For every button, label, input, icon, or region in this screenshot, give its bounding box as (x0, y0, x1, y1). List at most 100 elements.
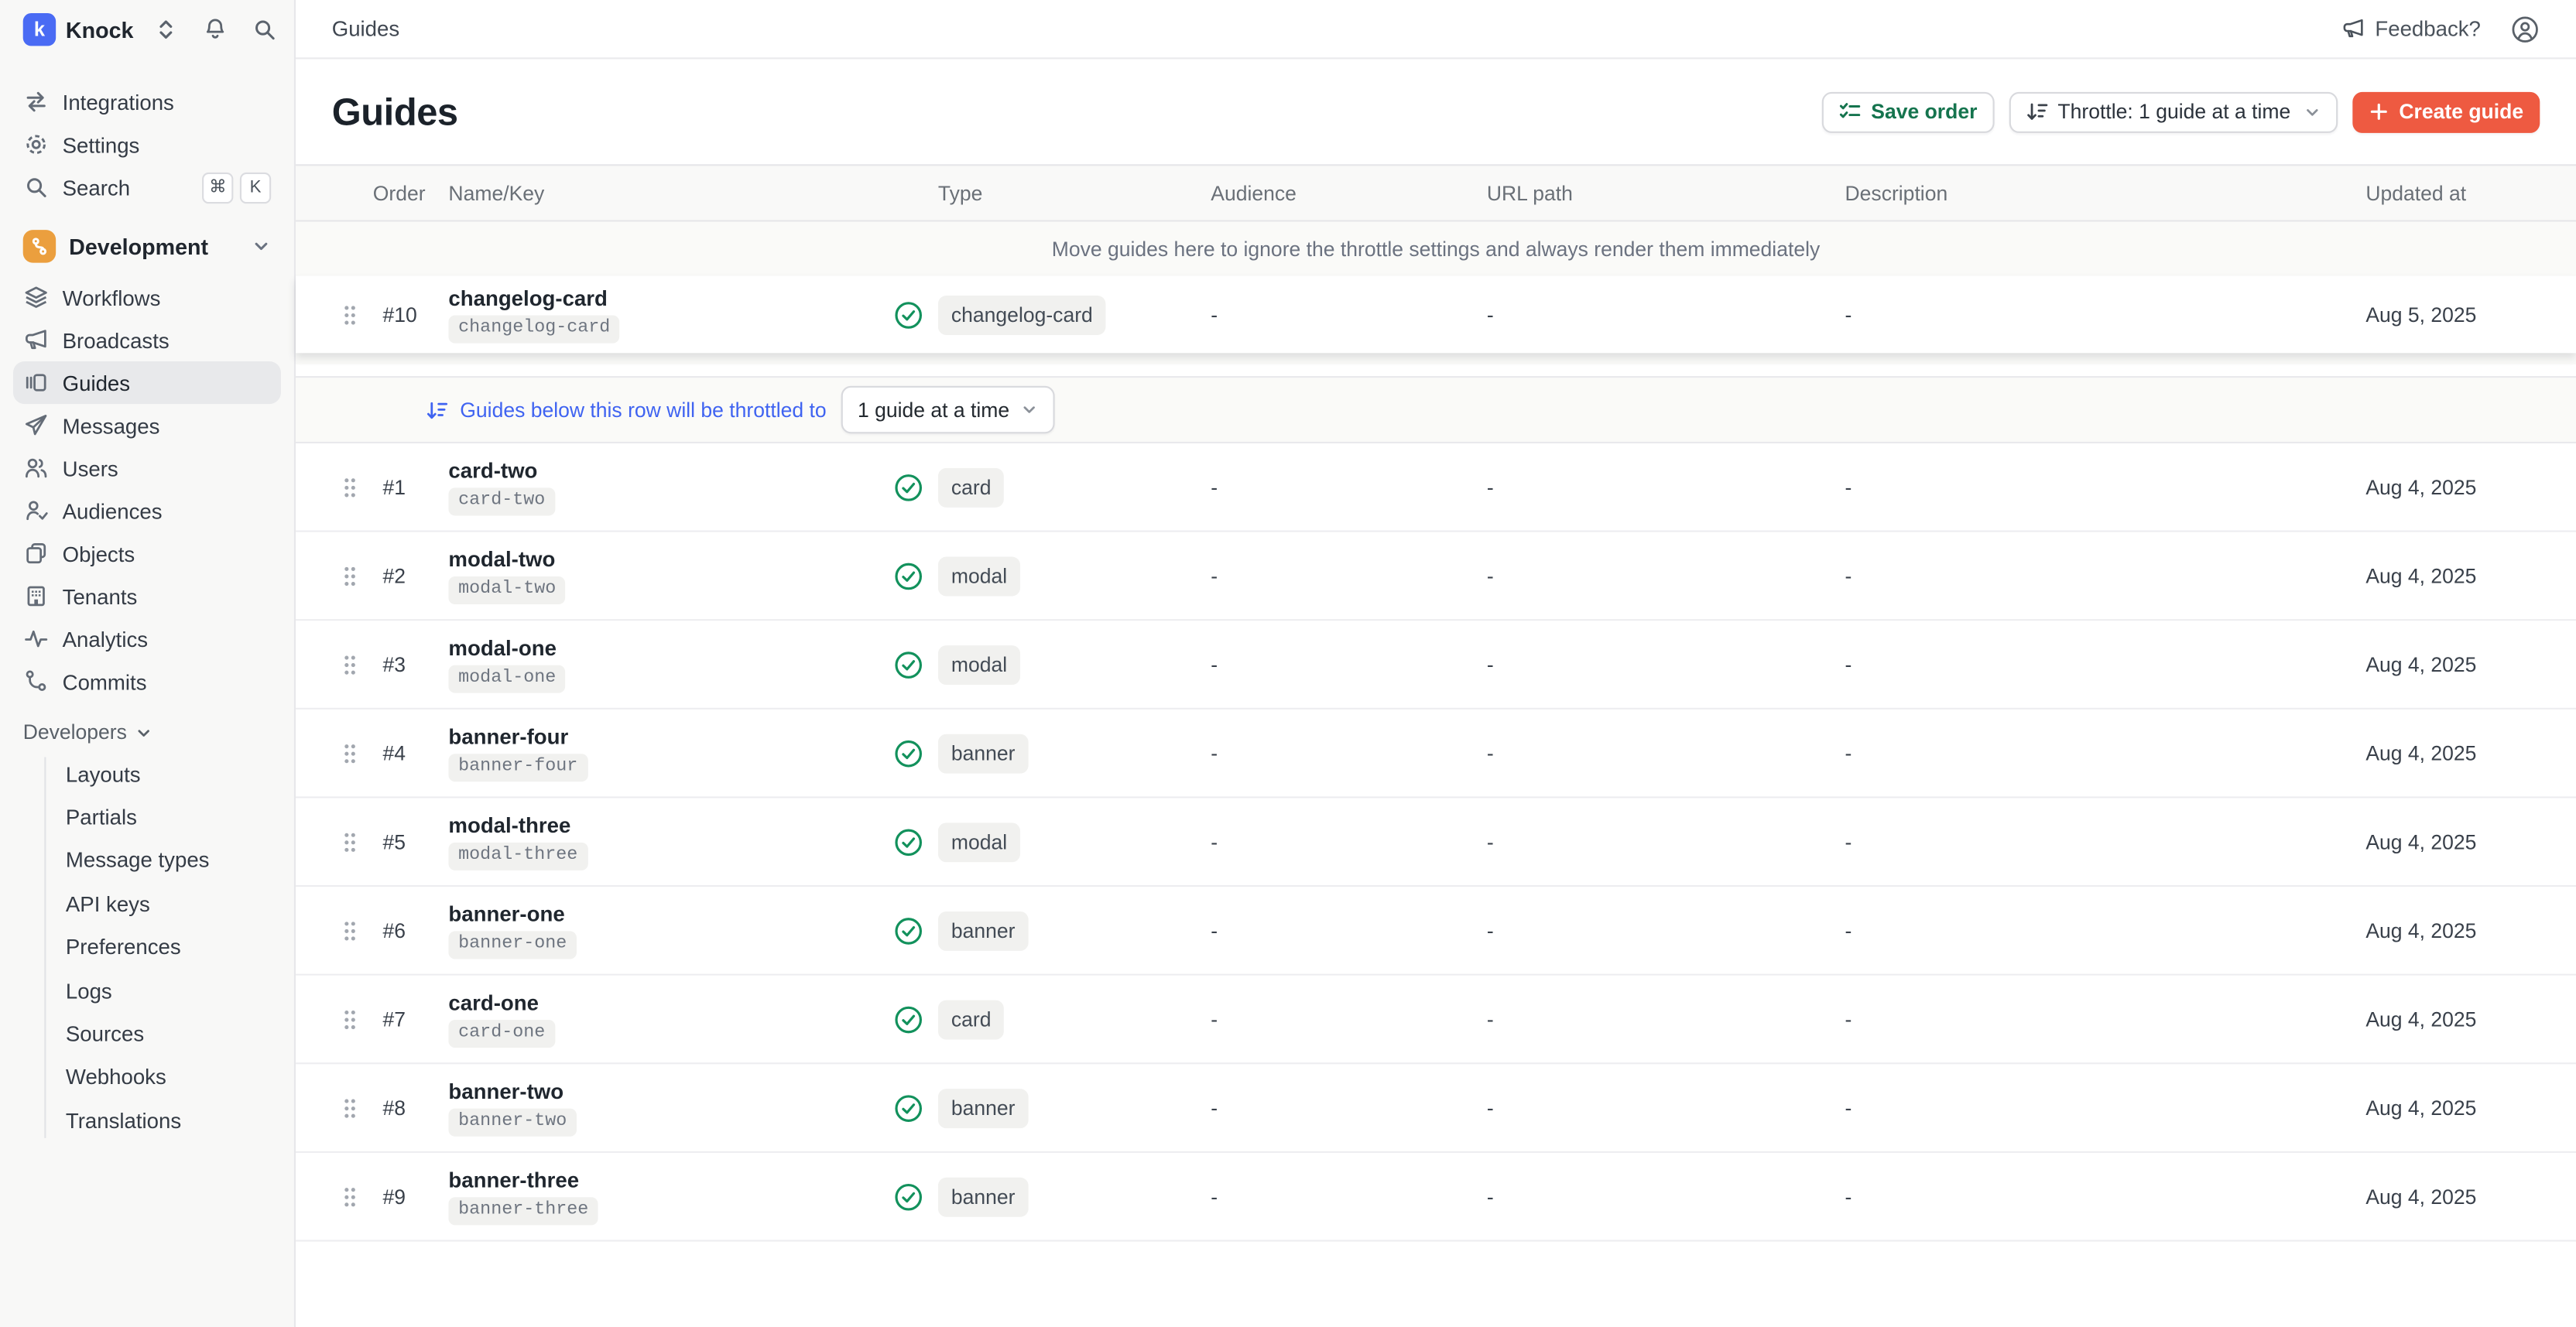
row-order: #10 (365, 303, 448, 327)
sidebar-item-label: Sources (66, 1021, 144, 1046)
save-order-label: Save order (1871, 100, 1977, 123)
guide-name-link[interactable]: banner-four (448, 724, 568, 749)
sidebar-item-label: Preferences (66, 935, 181, 959)
sidebar-item-audiences[interactable]: Audiences (13, 489, 281, 532)
person-check-icon (23, 498, 50, 524)
guide-name-link[interactable]: modal-three (448, 813, 570, 838)
audience-cell: - (1211, 1007, 1487, 1031)
sidebar-item-tenants[interactable]: Tenants (13, 575, 281, 617)
sidebar-item-integrations[interactable]: Integrations (13, 80, 281, 123)
sidebar-item-api-keys[interactable]: API keys (66, 882, 281, 925)
drag-handle[interactable] (335, 1183, 365, 1209)
throttle-dropdown-button[interactable]: Throttle: 1 guide at a time (2009, 91, 2338, 132)
sidebar-item-sources[interactable]: Sources (66, 1012, 281, 1055)
sidebar-item-partials[interactable]: Partials (66, 795, 281, 839)
sidebar-item-webhooks[interactable]: Webhooks (66, 1055, 281, 1099)
drag-handle[interactable] (335, 917, 365, 943)
sidebar-item-analytics[interactable]: Analytics (13, 617, 281, 660)
page-title: Guides (332, 90, 458, 134)
throttle-divider-label: Guides below this row will be throttled … (460, 398, 826, 422)
guide-name-link[interactable]: modal-one (448, 635, 557, 660)
sidebar-item-preferences[interactable]: Preferences (66, 925, 281, 969)
row-order: #9 (365, 1185, 448, 1208)
description-cell: - (1845, 919, 2366, 942)
description-cell: - (1845, 653, 2366, 676)
updated-at-cell: Aug 4, 2025 (2365, 564, 2576, 587)
row-order: #2 (365, 564, 448, 587)
guide-key-badge: banner-four (448, 754, 587, 781)
column-header-url-path: URL path (1487, 182, 1845, 205)
notifications-bell-icon[interactable] (202, 16, 228, 43)
sidebar-item-commits[interactable]: Commits (13, 660, 281, 703)
url-path-cell: - (1487, 1007, 1845, 1031)
drag-handle[interactable] (335, 740, 365, 766)
drag-handle[interactable] (335, 1006, 365, 1032)
type-badge: modal (938, 645, 1020, 684)
feedback-button[interactable]: Feedback? (2341, 16, 2481, 41)
feedback-label: Feedback? (2375, 16, 2481, 41)
sidebar-item-label: Webhooks (66, 1065, 166, 1089)
status-active-icon (879, 826, 938, 858)
throttle-divider-link[interactable]: Guides below this row will be throttled … (426, 398, 827, 422)
sidebar-item-translations[interactable]: Translations (66, 1099, 281, 1142)
audience-cell: - (1211, 564, 1487, 587)
throttle-value-select[interactable]: 1 guide at a time (841, 386, 1056, 434)
breadcrumb: Guides (332, 16, 399, 41)
sidebar-item-search[interactable]: Search ⌘ K (13, 166, 281, 208)
environment-switcher[interactable]: Development (13, 224, 281, 269)
environment-branch-icon (23, 230, 56, 262)
table-header-row: Order Name/Key Type Audience URL path De… (296, 164, 2576, 221)
topbar: Guides Feedback? (296, 0, 2576, 59)
drag-handle[interactable] (335, 1095, 365, 1121)
cmd-keycap: ⌘ (202, 172, 233, 203)
create-guide-button[interactable]: Create guide (2353, 91, 2540, 132)
status-active-icon (879, 470, 938, 503)
guide-name-link[interactable]: card-one (448, 990, 539, 1015)
type-badge: card (938, 1000, 1005, 1039)
sidebar-item-layouts[interactable]: Layouts (66, 752, 281, 795)
guide-name-link[interactable]: changelog-card (448, 286, 607, 310)
drag-handle[interactable] (335, 301, 365, 327)
guide-key-badge: card-one (448, 1020, 555, 1048)
environment-nav-list: Workflows Broadcasts Guides Messages Use… (13, 276, 281, 703)
page-header: Guides Save order Throttle: 1 guide at a… (296, 59, 2576, 164)
sidebar-item-settings[interactable]: Settings (13, 123, 281, 166)
swap-arrows-icon (23, 89, 50, 115)
guide-key-badge: modal-three (448, 843, 587, 870)
workspace-switcher-icon[interactable] (152, 16, 179, 43)
guide-key-badge: banner-two (448, 1109, 577, 1137)
table-row: #1 card-twocard-two card - - - Aug 4, 20… (296, 443, 2576, 532)
sidebar-item-objects[interactable]: Objects (13, 532, 281, 575)
guide-name-link[interactable]: card-two (448, 458, 537, 483)
account-avatar-icon[interactable] (2510, 14, 2540, 43)
knock-logo: k (23, 13, 56, 46)
k-keycap: K (240, 172, 271, 203)
drag-handle[interactable] (335, 474, 365, 500)
sidebar-item-label: Search (63, 175, 130, 200)
guide-name-link[interactable]: banner-three (448, 1168, 579, 1192)
guide-key-badge: modal-two (448, 576, 566, 604)
sidebar-item-users[interactable]: Users (13, 446, 281, 489)
search-icon[interactable] (252, 16, 278, 43)
sidebar-item-logs[interactable]: Logs (66, 969, 281, 1012)
developers-section-toggle[interactable]: Developers (13, 713, 281, 752)
sidebar-item-message-types[interactable]: Message types (66, 839, 281, 882)
type-badge: modal (938, 556, 1020, 595)
drag-handle[interactable] (335, 652, 365, 678)
sidebar-item-guides[interactable]: Guides (13, 361, 281, 404)
sidebar-item-broadcasts[interactable]: Broadcasts (13, 319, 281, 361)
sidebar-item-label: Tenants (63, 584, 138, 609)
plus-icon (2369, 102, 2389, 121)
row-order: #7 (365, 1007, 448, 1031)
users-icon (23, 455, 50, 481)
guide-name-link[interactable]: modal-two (448, 547, 555, 572)
sidebar-item-label: Objects (63, 541, 135, 566)
sidebar-item-messages[interactable]: Messages (13, 404, 281, 446)
sidebar-item-workflows[interactable]: Workflows (13, 276, 281, 319)
url-path-cell: - (1487, 1185, 1845, 1208)
save-order-button[interactable]: Save order (1822, 91, 1994, 132)
drag-handle[interactable] (335, 563, 365, 589)
drag-handle[interactable] (335, 829, 365, 855)
guide-name-link[interactable]: banner-one (448, 901, 564, 926)
guide-name-link[interactable]: banner-two (448, 1079, 564, 1103)
